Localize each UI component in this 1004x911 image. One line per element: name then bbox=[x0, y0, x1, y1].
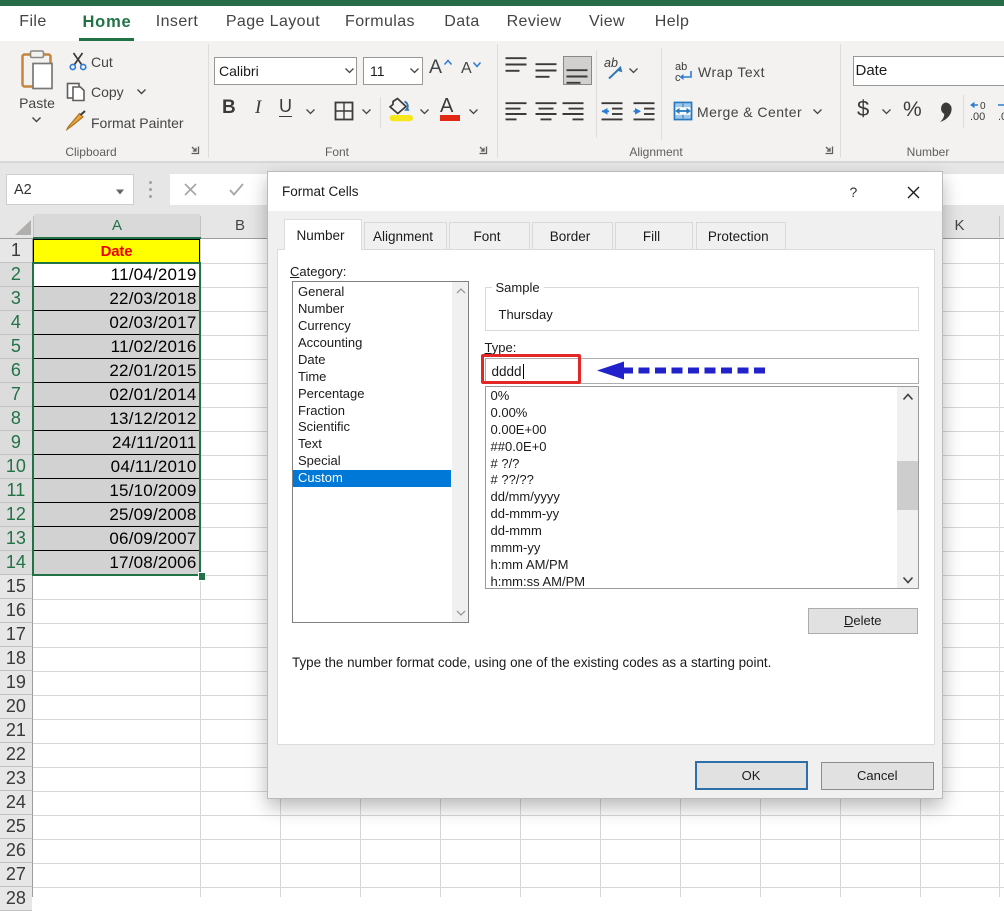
svg-text:.0: .0 bbox=[998, 111, 1004, 123]
svg-text:.00: .00 bbox=[970, 111, 985, 123]
